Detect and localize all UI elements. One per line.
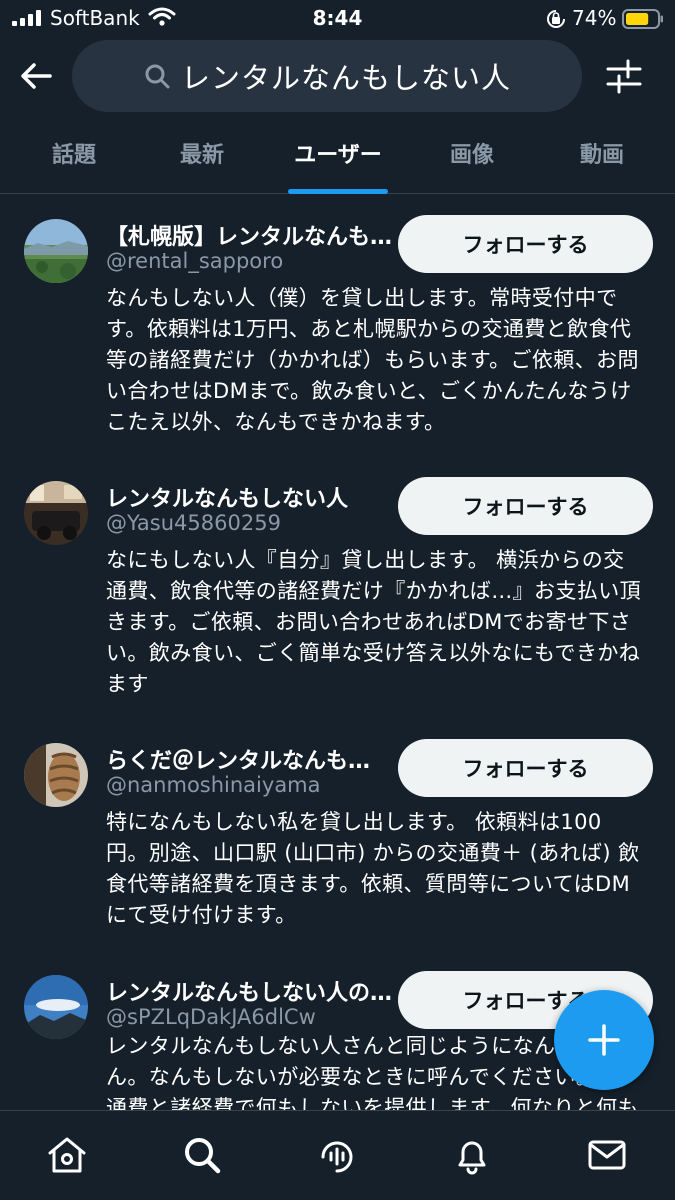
user-results-list: 【札幌版】レンタルなんも… @rental_sapporo フォローする なんも… [0, 195, 675, 1110]
follow-button[interactable]: フォローする [398, 215, 653, 273]
tab-label: 動画 [579, 143, 624, 168]
compose-button[interactable] [554, 990, 654, 1090]
bio-line: ます [106, 672, 149, 696]
avatar[interactable] [24, 481, 88, 545]
bio-line: 食代等諸経費を頂きます。依頼、質問等についてはDM [106, 872, 631, 896]
battery-percent: 74% [572, 6, 617, 30]
user-bio: なにもしない人『自分』貸し出します。 横浜からの交 通費、飲食代等の諸経費だけ『… [106, 545, 658, 700]
user-handle: @sPZLqDakJA6dlCw [106, 1005, 316, 1029]
bio-line: 特になんもしない私を貸し出します。 依頼料は100 [106, 810, 602, 834]
bio-line: 等の諸経費だけ（かかれば）もらいます。ご依頼、お問 [106, 348, 639, 372]
user-display-name: 【札幌版】レンタルなんも… [106, 225, 392, 250]
bio-line: 通費と諸経費で何もしないを提供します。何なりと何も [106, 1096, 639, 1110]
avatar[interactable] [24, 219, 88, 283]
bio-line: い。飲み食い、ごく簡単な受け答え以外なにもできかね [106, 641, 641, 665]
user-bio: なんもしない人（僕）を貸し出します。常時受付中で す。依頼料は1万円、あと札幌駅… [106, 283, 658, 438]
tab-trending[interactable]: 話題 [20, 120, 128, 194]
search-header: レンタルなんもしない人 [0, 36, 675, 120]
bio-line: 通費、飲食代等の諸経費だけ『かかれば…』お支払い頂 [106, 579, 641, 603]
tab-label: ユーザー [294, 143, 382, 168]
tab-users[interactable]: ユーザー [268, 120, 408, 194]
follow-button[interactable]: フォローする [398, 739, 653, 797]
back-arrow-icon[interactable] [14, 54, 58, 98]
tab-label: 話題 [51, 143, 96, 168]
notifications-bell-icon[interactable] [450, 1133, 494, 1177]
bio-line: こたえ以外、なんもできかねます。 [106, 410, 446, 434]
bottom-nav-bar [0, 1110, 675, 1200]
avatar[interactable] [24, 975, 88, 1039]
user-display-name: レンタルなんもしない人 [106, 487, 349, 512]
tab-videos[interactable]: 動画 [548, 120, 656, 194]
bio-line: なにもしない人『自分』貸し出します。 横浜からの交 [106, 548, 625, 572]
user-bio: 特になんもしない私を貸し出します。 依頼料は100 円。別途、山口駅 (山口市)… [106, 807, 658, 931]
tab-label: 最新 [179, 143, 224, 168]
user-result-item[interactable]: レンタルなんもしない人 @Yasu45860259 フォローする なにもしない人… [0, 457, 675, 719]
user-handle: @rental_sapporo [106, 249, 284, 273]
orientation-lock-icon [547, 10, 565, 28]
messages-envelope-icon[interactable] [585, 1133, 629, 1177]
search-icon [145, 64, 170, 89]
user-handle: @Yasu45860259 [106, 511, 281, 535]
compose-plus-icon [588, 1024, 620, 1056]
search-icon[interactable] [180, 1133, 224, 1177]
tab-images[interactable]: 画像 [418, 120, 526, 194]
tab-latest[interactable]: 最新 [148, 120, 256, 194]
search-query: レンタルなんもしない人 [180, 61, 511, 95]
user-display-name: レンタルなんもしない人の… [106, 981, 392, 1006]
bio-line: す。依頼料は1万円、あと札幌駅からの交通費と飲食代 [106, 317, 632, 341]
tab-label: 画像 [449, 143, 494, 168]
user-handle: @nanmoshinaiyama [106, 773, 321, 797]
bio-line: きます。ご依頼、お問い合わせあればDMでお寄せ下さ [106, 610, 632, 634]
bio-line: い合わせはDMまで。飲み食いと、ごくかんたんなうけ [106, 379, 632, 403]
search-tabs: 話題 最新 ユーザー 画像 動画 [0, 120, 675, 194]
user-result-item[interactable]: らくだ＠レンタルなんも… @nanmoshinaiyama フォローする 特にな… [0, 719, 675, 951]
status-bar: SoftBank 8:44 74% [0, 0, 675, 36]
bio-line: 円。別途、山口駅 (山口市) からの交通費＋ (あれば) 飲 [106, 841, 640, 865]
user-display-name: らくだ＠レンタルなんも… [106, 749, 371, 774]
bio-line: にて受け付けます。 [106, 903, 297, 927]
avatar[interactable] [24, 743, 88, 807]
filter-sliders-icon[interactable] [600, 54, 648, 98]
spaces-icon[interactable] [315, 1133, 359, 1177]
user-result-item[interactable]: 【札幌版】レンタルなんも… @rental_sapporo フォローする なんも… [0, 195, 675, 457]
search-input[interactable]: レンタルなんもしない人 [72, 40, 582, 112]
battery-icon [622, 9, 663, 29]
bio-line: なんもしない人（僕）を貸し出します。常時受付中で [106, 286, 618, 310]
home-icon[interactable] [45, 1133, 89, 1177]
active-tab-indicator [288, 189, 388, 194]
follow-button[interactable]: フォローする [398, 477, 653, 535]
